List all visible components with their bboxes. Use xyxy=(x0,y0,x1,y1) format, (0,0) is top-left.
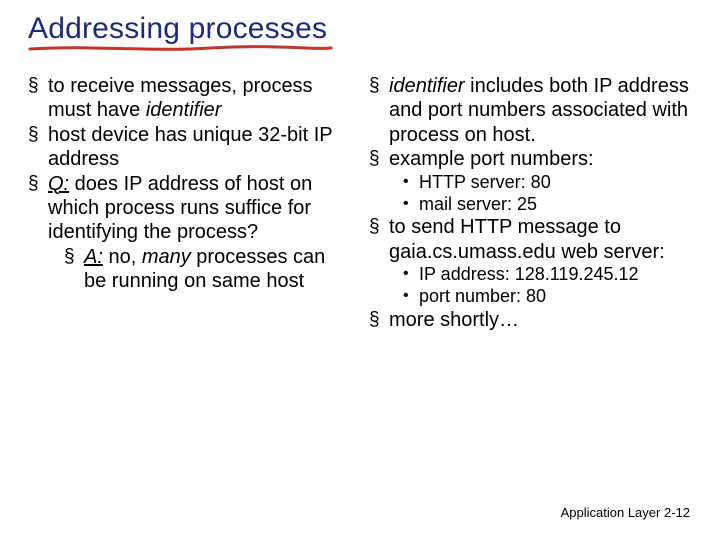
text-italic: identifier xyxy=(146,99,222,121)
right-bullet-3-dot-1: IP address: 128.119.245.12 xyxy=(403,264,692,286)
content-columns: to receive messages, process must have i… xyxy=(28,74,692,333)
right-bullet-3: to send HTTP message to gaia.cs.umass.ed… xyxy=(369,215,692,264)
text: example port numbers: xyxy=(389,148,594,170)
text-italic: identifier xyxy=(389,75,465,97)
slide-footer: Application Layer 2-12 xyxy=(561,505,690,520)
a-label: A: xyxy=(84,246,103,268)
right-bullet-3-dot-2: port number: 80 xyxy=(403,286,692,308)
left-bullet-3: Q: does IP address of host on which proc… xyxy=(28,172,351,245)
left-bullet-3-sub: A: no, many processes can be running on … xyxy=(64,245,351,294)
text: more shortly… xyxy=(389,309,519,331)
text: port number: 80 xyxy=(419,286,546,306)
right-bullet-4: more shortly… xyxy=(369,308,692,332)
footer-page: 2-12 xyxy=(664,505,690,520)
footer-label: Application Layer xyxy=(561,505,661,520)
text: mail server: 25 xyxy=(419,194,537,214)
right-bullet-2: example port numbers: xyxy=(369,147,692,171)
left-column: to receive messages, process must have i… xyxy=(28,74,351,333)
left-bullet-1: to receive messages, process must have i… xyxy=(28,74,351,123)
right-bullet-1: identifier includes both IP address and … xyxy=(369,74,692,147)
slide-title: Addressing processes xyxy=(28,12,327,46)
q-label: Q: xyxy=(48,173,69,195)
slide-title-wrap: Addressing processes xyxy=(28,12,327,46)
right-bullet-2-dot-2: mail server: 25 xyxy=(403,194,692,216)
text: no, xyxy=(103,246,142,268)
right-bullet-2-dot-1: HTTP server: 80 xyxy=(403,172,692,194)
right-column: identifier includes both IP address and … xyxy=(369,74,692,333)
text: host device has unique 32-bit IP address xyxy=(48,124,332,170)
text-italic: many xyxy=(142,246,191,268)
text: HTTP server: 80 xyxy=(419,172,551,192)
text: to send HTTP message to gaia.cs.umass.ed… xyxy=(389,216,665,262)
left-bullet-2: host device has unique 32-bit IP address xyxy=(28,123,351,172)
text: IP address: 128.119.245.12 xyxy=(419,264,639,284)
text: does IP address of host on which process… xyxy=(48,173,312,244)
